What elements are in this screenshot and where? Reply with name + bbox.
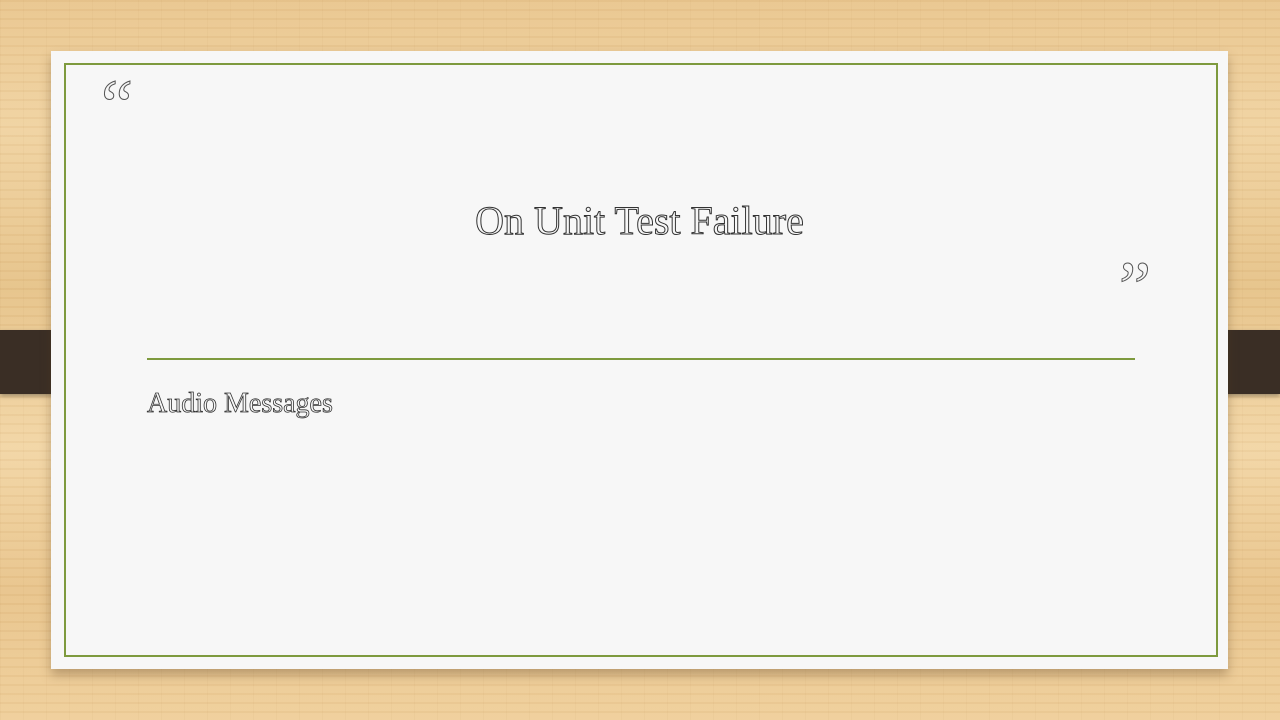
slide-subtitle: Audio Messages [147, 388, 334, 420]
open-quote-icon: “ [101, 65, 134, 145]
slide-title: On Unit Test Failure [475, 198, 805, 244]
divider-line [147, 358, 1135, 360]
slide-card: “ On Unit Test Failure ” Audio Messages [51, 51, 1228, 669]
slide-frame [64, 63, 1218, 657]
close-quote-icon: ” [1119, 247, 1152, 327]
